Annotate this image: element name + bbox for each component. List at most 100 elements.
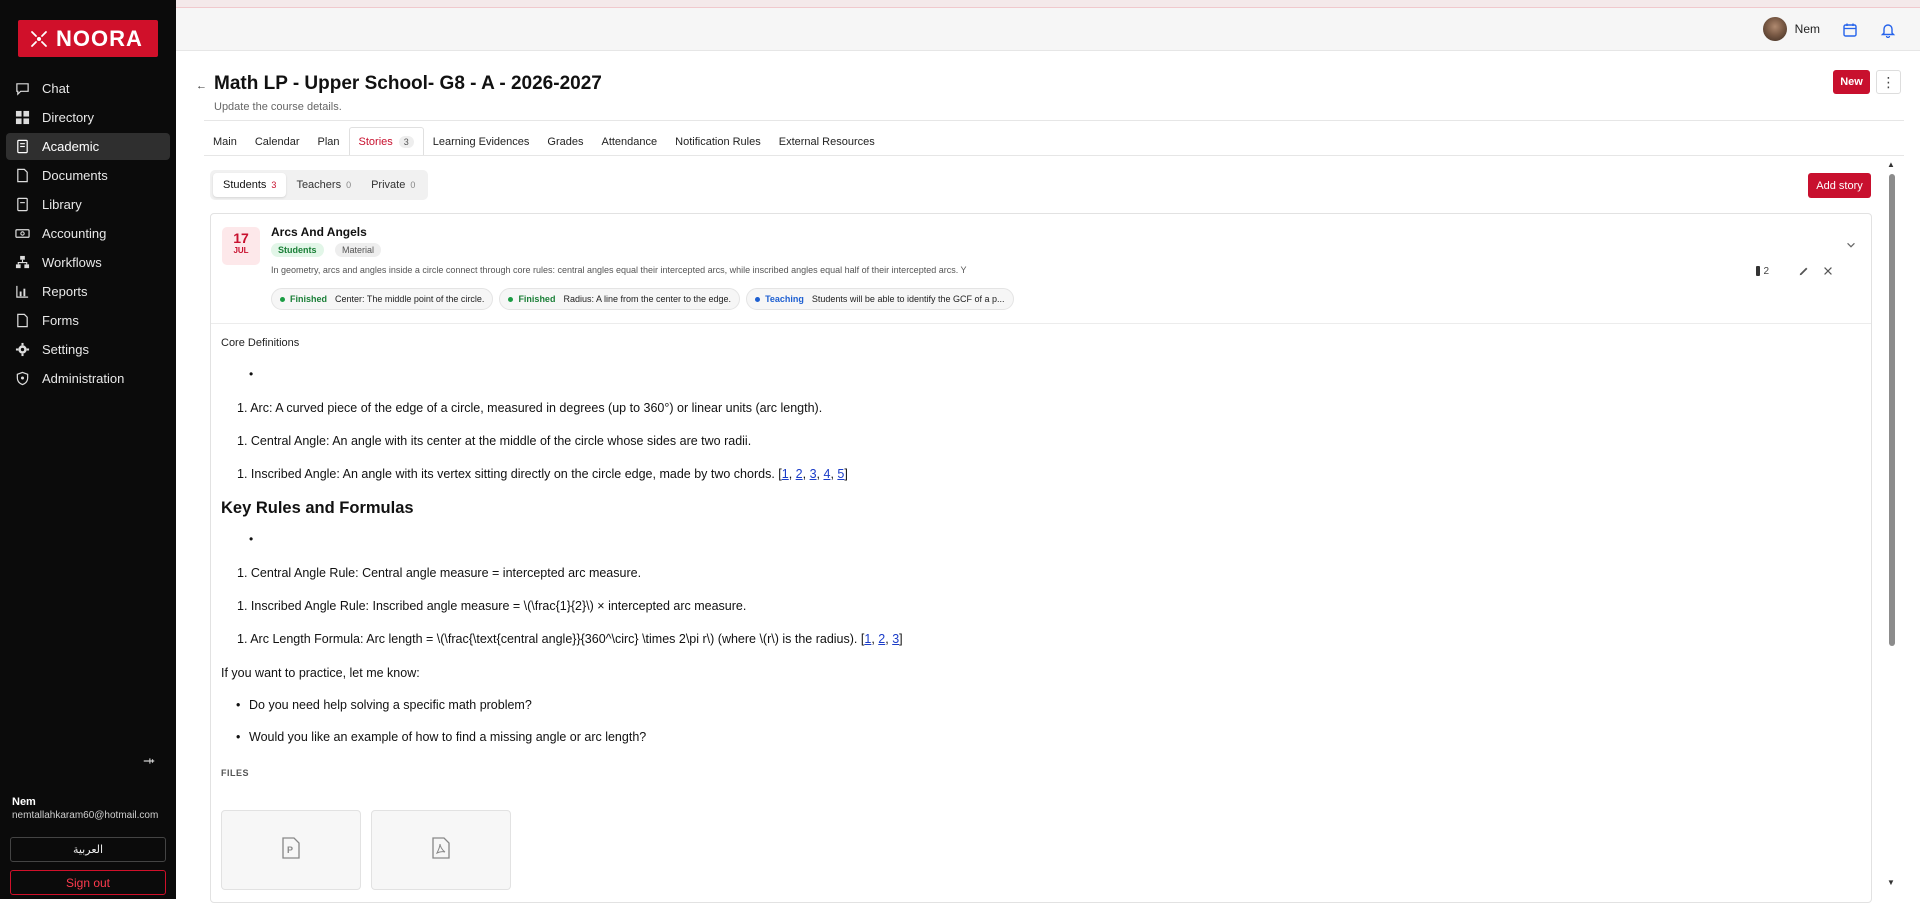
scroll-up-arrow-icon[interactable]: ▲ <box>1887 160 1895 169</box>
list-item: 1. Arc: A curved piece of the edge of a … <box>237 401 823 415</box>
top-header: Nem <box>176 8 1920 51</box>
sidebar-item-documents[interactable]: Documents <box>6 162 170 189</box>
reference-link[interactable]: 2 <box>878 632 885 646</box>
tab-label: Stories <box>358 135 393 148</box>
tab-label: Main <box>213 135 237 148</box>
sidebar-item-label: Chat <box>42 81 70 96</box>
definition-text: Inscribed Angle: An angle with its verte… <box>250 467 775 481</box>
objective-chip[interactable]: Finished Radius: A line from the center … <box>499 288 741 310</box>
status-badge: Finished <box>508 294 555 304</box>
sidebar-item-label: Accounting <box>42 226 107 241</box>
objective-chip[interactable]: Finished Center: The middle point of the… <box>271 288 494 310</box>
tab-attendance[interactable]: Attendance <box>592 127 666 156</box>
reports-icon <box>14 284 30 300</box>
tab-external-resources[interactable]: External Resources <box>770 127 884 156</box>
files-label: FILES <box>221 768 250 778</box>
tab-label: Grades <box>547 135 584 148</box>
story-description: In geometry, arcs and angles inside a ci… <box>271 265 967 275</box>
more-options-button[interactable]: ⋮ <box>1876 70 1901 94</box>
tab-label: External Resources <box>778 135 875 148</box>
empty-bullet: • <box>249 367 254 381</box>
sign-out-button[interactable]: Sign out <box>10 870 166 895</box>
content-scrollbar[interactable]: ▲ ▼ <box>1886 160 1896 892</box>
attachment-count[interactable]: 2 <box>1756 266 1769 277</box>
objective-chip[interactable]: Teaching Students will be able to identi… <box>746 288 1014 310</box>
tab-grades[interactable]: Grades <box>538 127 592 156</box>
workflow-icon <box>14 255 30 271</box>
bell-icon[interactable] <box>1880 22 1896 39</box>
tab-learning-evidences[interactable]: Learning Evidences <box>424 127 539 156</box>
subtab-private[interactable]: Private 0 <box>361 173 425 197</box>
sidebar-item-administration[interactable]: Administration <box>6 365 170 392</box>
sidebar-item-settings[interactable]: Settings <box>6 336 170 363</box>
calendar-icon[interactable] <box>1842 22 1858 38</box>
tab-plan[interactable]: Plan <box>308 127 348 156</box>
sidebar-item-library[interactable]: Library <box>6 191 170 218</box>
tab-stories[interactable]: Stories 3 <box>348 127 424 156</box>
noora-logo-mark-icon <box>28 28 50 50</box>
sidebar-item-forms[interactable]: Forms <box>6 307 170 334</box>
sidebar-item-accounting[interactable]: Accounting <box>6 220 170 247</box>
reference-link[interactable]: 2 <box>796 467 803 481</box>
sidebar-item-academic[interactable]: Academic <box>6 133 170 160</box>
list-item: 1. Central Angle: An angle with its cent… <box>237 434 752 448</box>
subtab-teachers[interactable]: Teachers 0 <box>286 173 361 197</box>
status-badge: Finished <box>280 294 327 304</box>
sidebar-item-label: Documents <box>42 168 108 183</box>
objective-text: Radius: A line from the center to the ed… <box>563 294 732 304</box>
sidebar-item-workflows[interactable]: Workflows <box>6 249 170 276</box>
reference-link[interactable]: 4 <box>823 467 830 481</box>
close-icon[interactable] <box>1821 264 1835 278</box>
tab-calendar[interactable]: Calendar <box>246 127 309 156</box>
empty-bullet: • <box>249 532 254 546</box>
sidebar-item-label: Library <box>42 197 82 212</box>
subtab-count: 3 <box>271 180 277 190</box>
reference-link[interactable]: 3 <box>810 467 817 481</box>
user-menu[interactable]: Nem <box>1762 17 1820 41</box>
scroll-down-arrow-icon[interactable]: ▼ <box>1887 878 1895 887</box>
scroll-thumb[interactable] <box>1889 174 1895 646</box>
reference-link[interactable]: 5 <box>837 467 844 481</box>
language-toggle-button[interactable]: العربية <box>10 837 166 862</box>
rule-text: Arc Length Formula: Arc length = \(\frac… <box>250 632 858 646</box>
grid-icon <box>14 110 30 126</box>
type-tag: Material <box>335 243 382 257</box>
audience-tag: Students <box>271 243 324 257</box>
tab-notification-rules[interactable]: Notification Rules <box>666 127 770 156</box>
pin-sidebar-icon[interactable] <box>142 754 158 770</box>
edit-icon[interactable] <box>1797 264 1811 278</box>
story-audience-tabs: Students 3 Teachers 0 Private 0 <box>210 170 429 200</box>
noora-logo[interactable]: NOORA <box>18 20 158 57</box>
file-tile-pdf[interactable] <box>371 810 511 890</box>
sidebar-item-label: Administration <box>42 371 125 386</box>
add-story-button[interactable]: Add story <box>1808 173 1871 198</box>
tab-main[interactable]: Main <box>204 127 246 156</box>
story-card-header[interactable]: 17 JUL Arcs And Angels Students Material… <box>211 214 1871 324</box>
page-title: Math LP - Upper School- G8 - A - 2026-20… <box>214 73 602 94</box>
sidebar-item-chat[interactable]: Chat <box>6 75 170 102</box>
chevron-down-icon[interactable] <box>1845 238 1859 252</box>
sidebar-item-label: Settings <box>42 342 89 357</box>
back-arrow-icon[interactable]: ← <box>196 80 207 92</box>
definition-text: Arc: A curved piece of the edge of a cir… <box>250 401 823 415</box>
file-tile-powerpoint[interactable]: P <box>221 810 361 890</box>
definition-text: Central Angle: An angle with its center … <box>250 434 752 448</box>
sidebar-item-reports[interactable]: Reports <box>6 278 170 305</box>
tab-label: Attendance <box>601 135 658 148</box>
sidebar-item-directory[interactable]: Directory <box>6 104 170 131</box>
tab-label: Plan <box>317 135 340 148</box>
objective-text: Center: The middle point of the circle. <box>335 294 485 304</box>
list-item: Do you need help solving a specific math… <box>236 698 1861 712</box>
story-title: Arcs And Angels <box>271 225 367 239</box>
tabs-divider <box>204 155 1904 156</box>
subtab-label: Teachers <box>296 179 342 191</box>
accounting-icon <box>14 226 30 242</box>
story-month: JUL <box>233 246 249 255</box>
reference-link[interactable]: 3 <box>892 632 899 646</box>
subtab-students[interactable]: Students 3 <box>213 173 287 197</box>
reference-link[interactable]: 1 <box>782 467 789 481</box>
status-badge: Teaching <box>755 294 804 304</box>
forms-icon <box>14 313 30 329</box>
new-button[interactable]: New <box>1833 70 1870 94</box>
reference-link[interactable]: 1 <box>864 632 871 646</box>
